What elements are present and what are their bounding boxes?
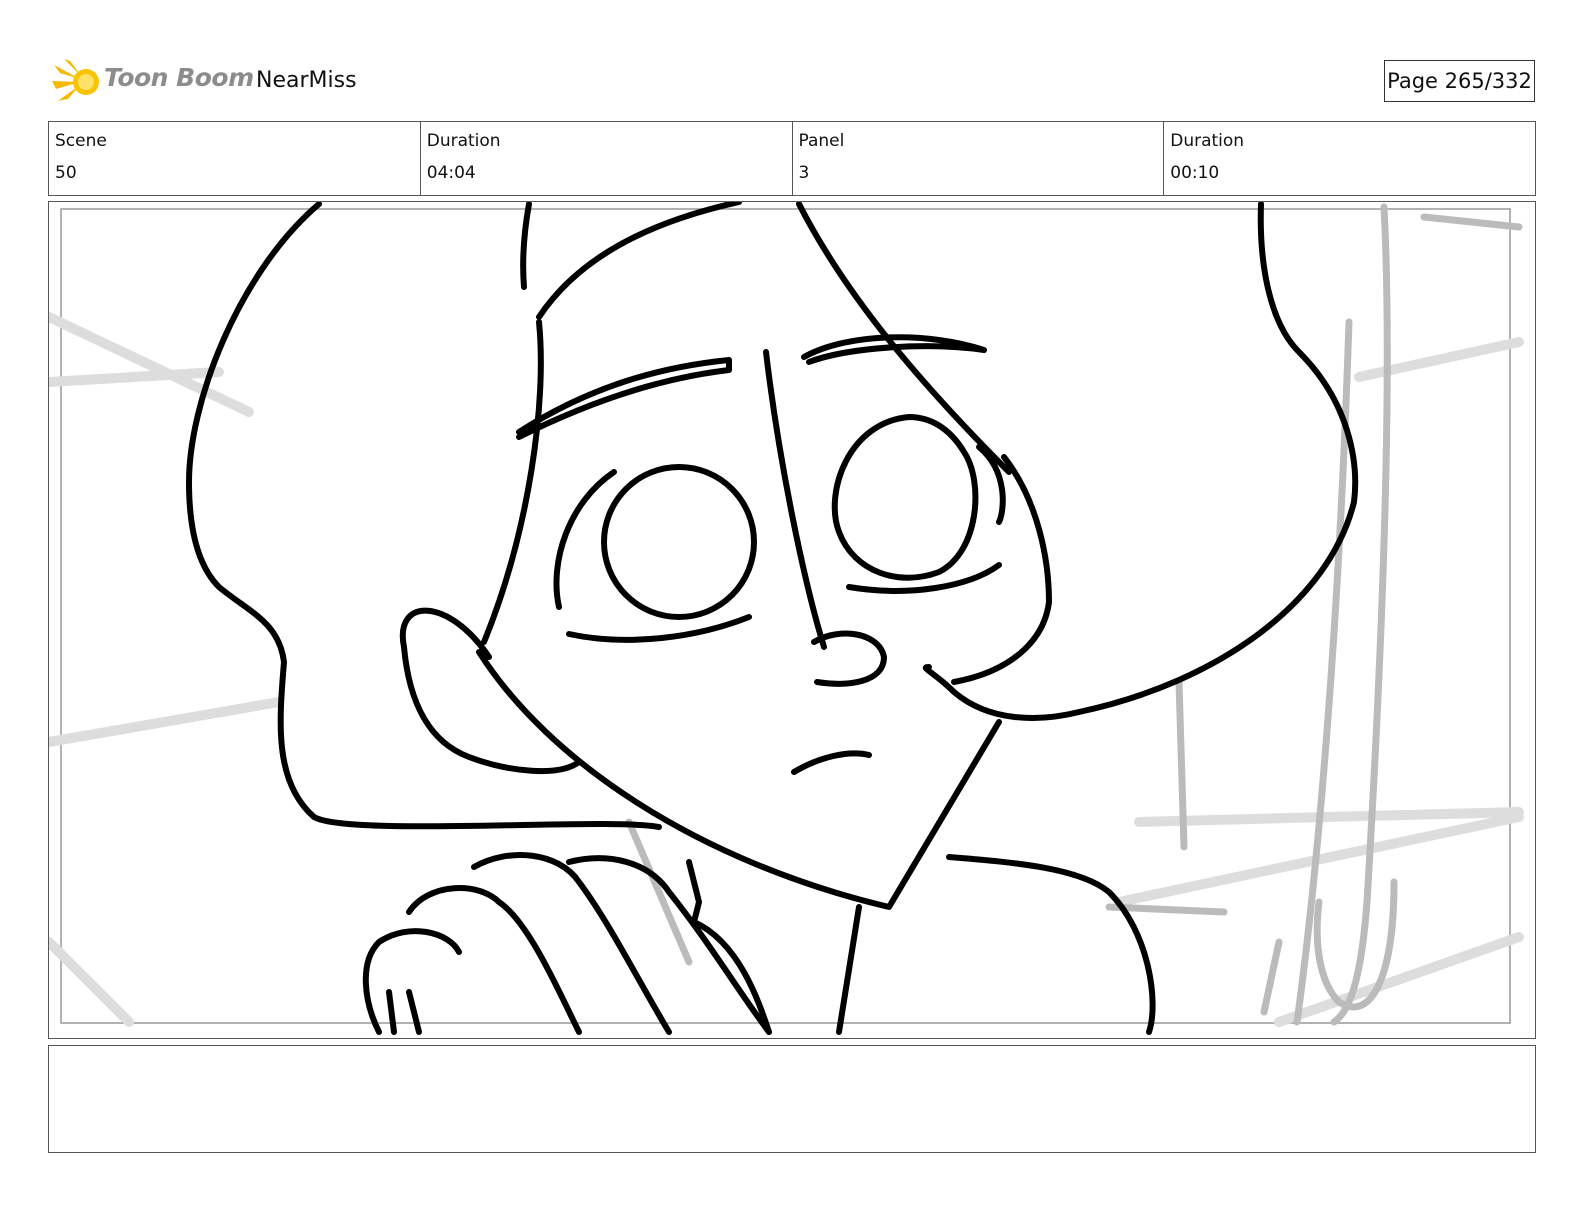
panel-duration-cell: Duration 00:10: [1164, 122, 1535, 195]
panel-notes-box: [48, 1045, 1536, 1153]
starburst-icon: [52, 59, 99, 101]
scene-value: 50: [55, 163, 77, 183]
scene-cell: Scene 50: [49, 122, 421, 195]
panel-cell: Panel 3: [793, 122, 1165, 195]
scene-duration-value: 04:04: [426, 163, 476, 183]
panel-sketch: [49, 202, 1524, 1035]
scene-duration-label: Duration: [426, 131, 501, 151]
scene-info-table: Scene 50 Duration 04:04 Panel 3 Duration…: [48, 121, 1536, 196]
page-indicator: Page 265/332: [1384, 60, 1535, 102]
project-title: NearMiss: [256, 68, 357, 93]
toon-boom-logo: Toon Boom: [50, 55, 254, 109]
panel-duration-label: Duration: [1170, 131, 1245, 151]
storyboard-panel: [48, 201, 1536, 1039]
scene-duration-cell: Duration 04:04: [421, 122, 793, 195]
scene-label: Scene: [55, 131, 107, 151]
panel-value: 3: [798, 163, 810, 183]
panel-label: Panel: [798, 131, 845, 151]
panel-duration-value: 00:10: [1170, 163, 1220, 183]
brand-name: Toon Boom: [104, 63, 254, 92]
